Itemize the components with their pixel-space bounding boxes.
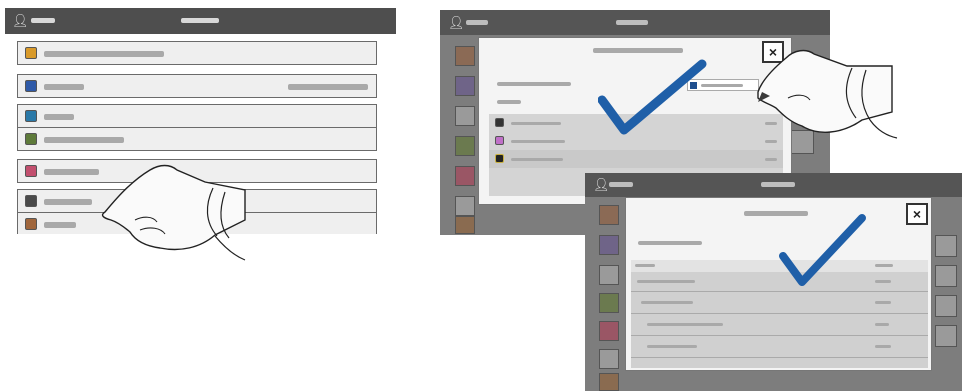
list-item-label <box>44 51 164 57</box>
top-bar: 👤︎ <box>585 173 962 197</box>
list-item-label <box>44 114 74 120</box>
top-bar-title <box>616 20 648 25</box>
list-item-value <box>288 84 368 90</box>
table-row[interactable] <box>631 314 928 336</box>
top-bar-user-label[interactable] <box>609 182 633 187</box>
table-row-label <box>641 301 693 304</box>
home-tile[interactable] <box>455 216 475 234</box>
list-item[interactable] <box>17 74 377 98</box>
home-tile[interactable] <box>935 325 957 347</box>
checkmark-icon <box>779 214 866 286</box>
folder-icon <box>495 118 504 127</box>
list-item-label <box>511 158 563 161</box>
table-row-value <box>875 345 891 348</box>
home-tile[interactable] <box>455 196 475 216</box>
home-tile[interactable] <box>599 293 619 313</box>
list-item[interactable] <box>17 127 377 151</box>
close-button[interactable]: × <box>906 203 928 225</box>
home-tile[interactable] <box>455 106 475 126</box>
list-item[interactable] <box>17 41 377 65</box>
wrench-icon <box>25 47 37 59</box>
home-tile[interactable] <box>935 295 957 317</box>
home-tile[interactable] <box>455 166 475 186</box>
home-tile[interactable] <box>599 373 619 391</box>
app-icon <box>25 218 37 230</box>
home-tile[interactable] <box>599 235 619 255</box>
list-item[interactable] <box>17 104 377 128</box>
list-item-label <box>44 137 124 143</box>
list-item-value <box>765 158 777 161</box>
table-row-value <box>875 323 889 326</box>
dialog-title <box>593 48 683 53</box>
table-row-label <box>637 280 695 283</box>
checkmark-icon <box>598 59 707 135</box>
table-row-label <box>647 323 723 326</box>
tag-icon <box>25 165 37 177</box>
home-tile[interactable] <box>599 321 619 341</box>
home-tile[interactable] <box>935 235 957 257</box>
person-icon[interactable]: 👤︎ <box>448 16 465 29</box>
home-tile[interactable] <box>455 76 475 96</box>
table-row-label <box>647 345 697 348</box>
home-tile[interactable] <box>599 349 619 369</box>
hand-pointer-illustration <box>757 49 898 139</box>
home-tile[interactable] <box>455 136 475 156</box>
table-header-label <box>635 264 655 267</box>
top-bar-title <box>181 18 219 23</box>
person-icon[interactable]: 👤︎ <box>593 178 610 191</box>
info-icon <box>25 80 37 92</box>
top-bar-user-label[interactable] <box>466 20 488 25</box>
table-header-value <box>875 264 893 267</box>
list-item-label <box>511 140 565 143</box>
table-row-value <box>875 301 891 304</box>
table-row[interactable] <box>631 292 928 314</box>
dialog-subheading <box>497 100 521 104</box>
home-tile[interactable] <box>935 265 957 287</box>
printer-icon <box>25 133 37 145</box>
flag-icon <box>495 154 504 163</box>
list-item-label <box>44 84 84 90</box>
table-row-value <box>875 280 891 283</box>
person-icon[interactable]: 👤︎ <box>12 14 29 27</box>
pencil-icon <box>495 136 504 145</box>
device-icon <box>25 195 37 207</box>
list-item-label <box>44 222 76 228</box>
top-bar: 👤︎ <box>440 10 830 35</box>
home-tile[interactable] <box>455 46 475 66</box>
hand-pointer-illustration <box>101 164 246 261</box>
dialog-field-label <box>638 241 702 245</box>
dialog-field-label <box>497 82 571 86</box>
table-row[interactable] <box>631 336 928 358</box>
top-bar-title <box>761 182 795 187</box>
list-item-label <box>44 169 99 175</box>
top-bar-user-label[interactable] <box>31 18 55 23</box>
top-bar: 👤︎ <box>5 8 396 34</box>
list-item[interactable] <box>489 150 783 168</box>
home-tile[interactable] <box>599 265 619 285</box>
pause-icon <box>25 110 37 122</box>
list-item-label <box>44 199 92 205</box>
home-tile[interactable] <box>599 205 619 225</box>
list-item-label <box>511 122 561 125</box>
